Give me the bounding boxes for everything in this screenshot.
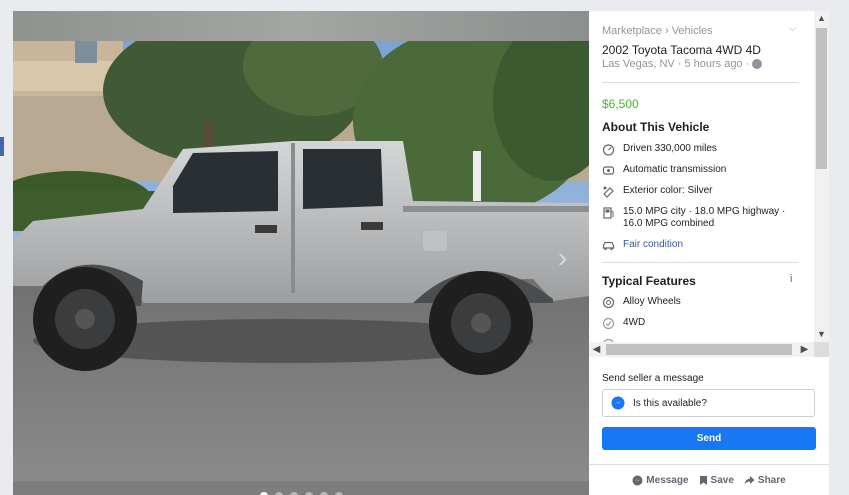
- listing-meta: Las Vegas, NV · 5 hours ago ·: [602, 58, 763, 70]
- scroll-up-icon[interactable]: ▲: [814, 11, 829, 26]
- listing-details-scroll[interactable]: Marketplace › Vehicles ⌵ 2002 Toyota Tac…: [589, 11, 814, 342]
- about-item-condition[interactable]: Fair condition: [602, 239, 802, 252]
- wheel-icon: [602, 296, 615, 309]
- scrollbar-corner: [814, 342, 829, 357]
- info-icon[interactable]: i: [790, 273, 792, 285]
- save-button[interactable]: Save: [699, 475, 734, 486]
- about-item-mileage: Driven 330,000 miles: [602, 143, 802, 156]
- message-input[interactable]: Is this available?: [602, 389, 815, 417]
- feature-label: 4WD: [623, 317, 646, 328]
- paint-icon: [603, 186, 614, 198]
- odometer-icon: [602, 144, 615, 156]
- share-button-label: Share: [757, 474, 786, 486]
- scrollbar-thumb[interactable]: [606, 344, 792, 355]
- about-item-label: Exterior color: Silver: [623, 185, 713, 196]
- message-input-value[interactable]: Is this available?: [633, 398, 707, 409]
- send-button[interactable]: Send: [602, 427, 816, 450]
- message-button[interactable]: Message: [632, 474, 689, 486]
- about-heading: About This Vehicle: [602, 120, 710, 134]
- vertical-scrollbar[interactable]: ▲ ▼: [814, 11, 829, 342]
- scroll-left-icon[interactable]: ◀: [589, 342, 604, 357]
- transmission-icon: [602, 166, 615, 175]
- meta-separator: ·: [677, 58, 682, 70]
- about-item-mpg: 15.0 MPG city · 18.0 MPG highway · 16.0 …: [602, 206, 802, 230]
- scroll-down-icon[interactable]: ▼: [814, 327, 829, 342]
- check-circle-icon: [602, 317, 615, 330]
- photo-viewer[interactable]: ›: [13, 11, 589, 495]
- listing-title: 2002 Toyota Tacoma 4WD 4D: [602, 43, 761, 57]
- listing-actions: Message Save Share: [589, 464, 829, 495]
- listing-location[interactable]: Las Vegas, NV: [602, 58, 675, 70]
- messenger-icon: [611, 396, 625, 410]
- listing-panel: Marketplace › Vehicles ⌵ 2002 Toyota Tac…: [589, 11, 829, 495]
- about-item-label: 15.0 MPG city · 18.0 MPG highway · 16.0 …: [623, 206, 786, 229]
- features-heading: Typical Features: [602, 274, 696, 288]
- message-seller-section: Send seller a message Is this available?…: [589, 357, 829, 464]
- message-button-label: Message: [646, 474, 689, 486]
- next-photo-icon[interactable]: ›: [558, 243, 578, 273]
- left-edge-indicator: [0, 137, 4, 156]
- meta-separator: ·: [745, 58, 750, 70]
- chevron-down-icon[interactable]: ⌵: [789, 23, 797, 34]
- bookmark-icon: [699, 475, 707, 485]
- vehicle-photo: [13, 41, 589, 481]
- fuel-pump-icon: [603, 207, 614, 219]
- feature-item: 4WD: [602, 317, 802, 330]
- listing-time: 5 hours ago: [684, 58, 743, 70]
- about-item-label: Driven 330,000 miles: [623, 143, 717, 154]
- about-item-color: Exterior color: Silver: [602, 185, 802, 198]
- globe-icon: [752, 59, 763, 69]
- message-label: Send seller a message: [602, 373, 704, 384]
- breadcrumb[interactable]: Marketplace › Vehicles: [602, 25, 713, 37]
- share-button[interactable]: Share: [744, 475, 786, 486]
- about-item-transmission: Automatic transmission: [602, 164, 802, 177]
- about-item-label: Automatic transmission: [623, 164, 727, 175]
- horizontal-scrollbar[interactable]: ◀ ▶: [589, 342, 814, 357]
- messenger-icon: [632, 475, 643, 485]
- feature-label: Alloy Wheels: [623, 296, 681, 307]
- save-button-label: Save: [710, 474, 734, 486]
- condition-link[interactable]: Fair condition: [623, 239, 683, 252]
- listing-price: $6,500: [602, 97, 639, 111]
- divider: [602, 82, 799, 83]
- feature-item: Alloy Wheels: [602, 296, 802, 309]
- share-arrow-icon: [744, 475, 755, 484]
- car-icon: [602, 241, 615, 251]
- scrollbar-thumb[interactable]: [816, 28, 827, 169]
- photo-top-band: [13, 11, 589, 41]
- scroll-right-icon[interactable]: ▶: [797, 342, 812, 357]
- divider: [602, 262, 799, 263]
